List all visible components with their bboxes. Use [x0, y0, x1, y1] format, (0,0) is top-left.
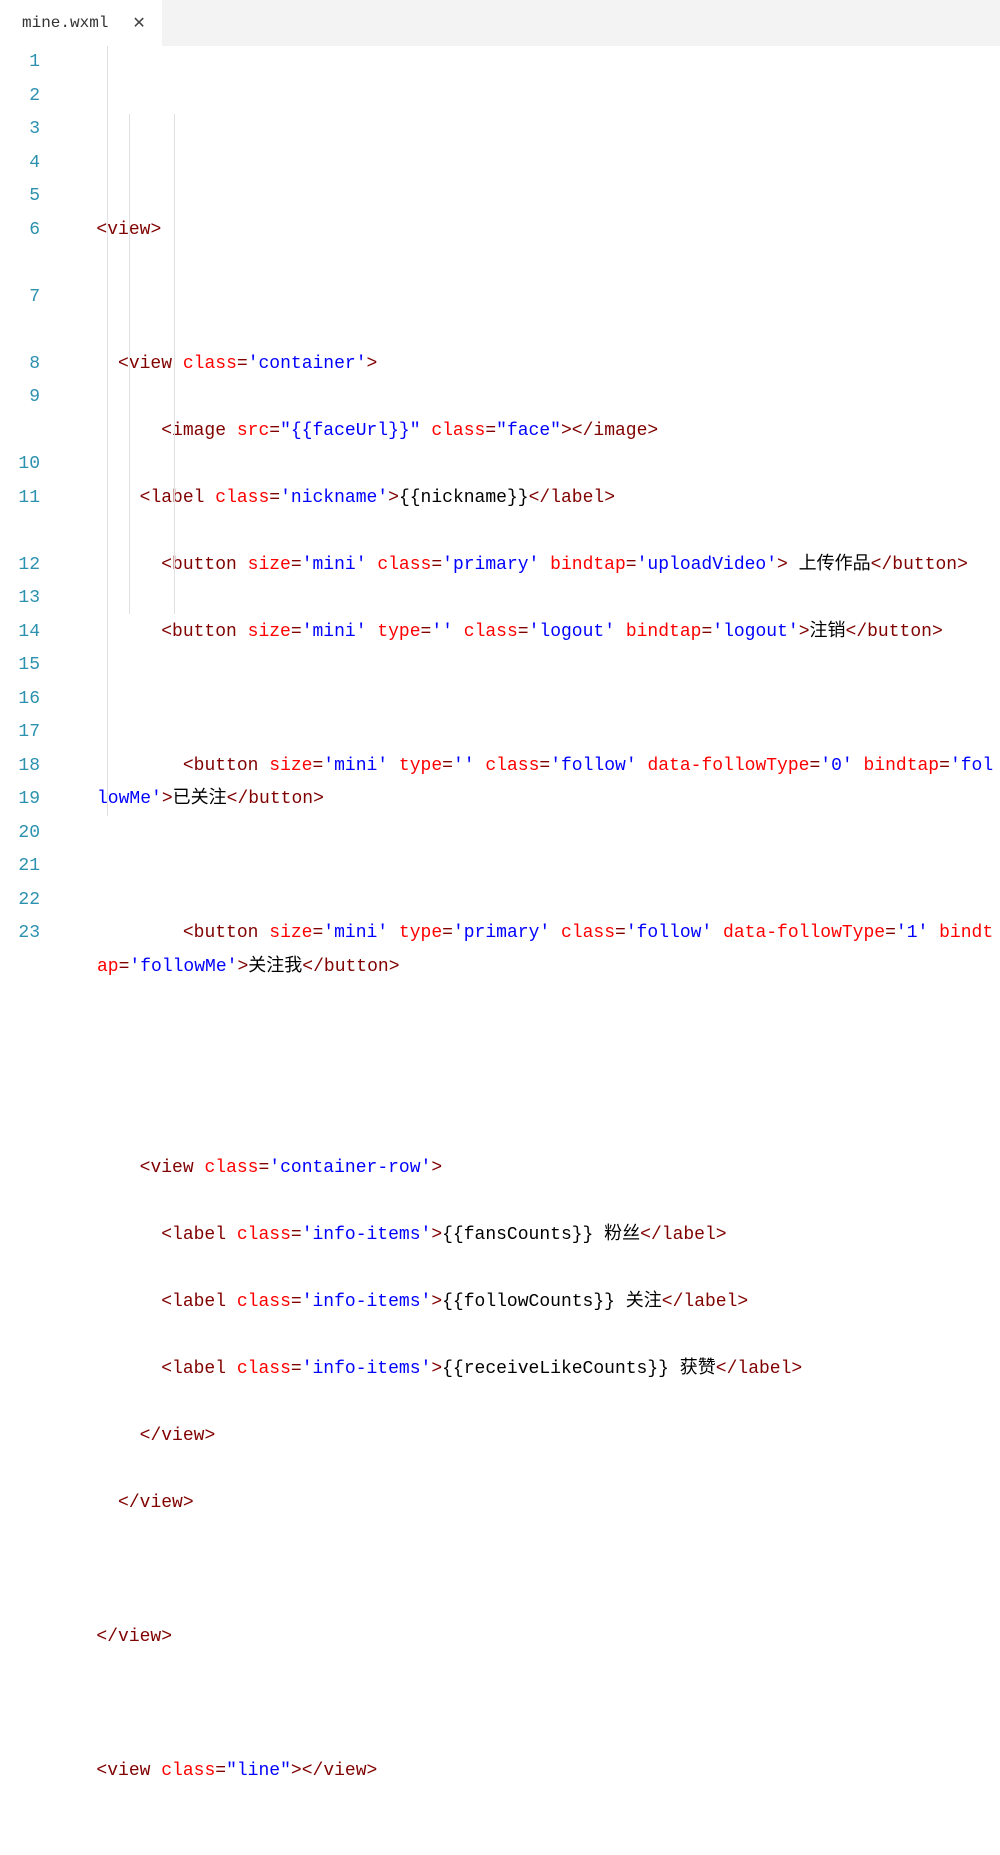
code-line: <view class='container-row'>	[64, 1152, 994, 1186]
code-line: <button size='mini' class='primary' bind…	[64, 549, 994, 583]
line-number: 15	[0, 649, 40, 683]
code-line: <button size='mini' type='' class='logou…	[64, 616, 994, 650]
code-line	[64, 1554, 994, 1588]
line-number: 18	[0, 750, 40, 784]
code-line: </view>	[64, 1487, 994, 1521]
line-number: 4	[0, 147, 40, 181]
line-number: 8	[0, 348, 40, 382]
indent-guide	[174, 114, 175, 614]
tab-mine-wxml[interactable]: mine.wxml ✕	[0, 0, 162, 46]
line-number: 22	[0, 884, 40, 918]
indent-guide	[107, 46, 108, 816]
code-line: <view class="line"></view>	[64, 1755, 994, 1789]
code-line: <button size='mini' type='' class='follo…	[64, 750, 994, 817]
line-number: 14	[0, 616, 40, 650]
code-line: <label class='info-items'>{{fansCounts}}…	[64, 1219, 994, 1253]
line-number: 19	[0, 783, 40, 817]
line-number: 2	[0, 80, 40, 114]
code-line	[64, 1018, 994, 1052]
line-number: 17	[0, 716, 40, 750]
line-number: 21	[0, 850, 40, 884]
line-number: 7	[0, 281, 40, 348]
code-line: <view>	[64, 214, 994, 248]
line-number-gutter: 1 2 3 4 5 6 7 8 9 10 11 12 13 14 15 16 1…	[0, 46, 64, 1855]
code-line: </view>	[64, 1621, 994, 1655]
line-number: 3	[0, 113, 40, 147]
code-line: <view class='container'>	[64, 348, 994, 382]
line-number: 20	[0, 817, 40, 851]
line-number: 11	[0, 482, 40, 549]
line-number: 13	[0, 582, 40, 616]
code-line	[64, 281, 994, 315]
code-line: <button size='mini' type='primary' class…	[64, 917, 994, 984]
tab-bar: mine.wxml ✕	[0, 0, 1000, 46]
close-icon[interactable]: ✕	[130, 13, 147, 33]
line-number: 9	[0, 381, 40, 448]
code-line	[64, 1688, 994, 1722]
line-number: 5	[0, 180, 40, 214]
code-content[interactable]: <view> <view class='container'> <image s…	[64, 46, 994, 1855]
line-number: 12	[0, 549, 40, 583]
line-number: 6	[0, 214, 40, 281]
code-line: </view>	[64, 1420, 994, 1454]
code-line: <label class='nickname'>{{nickname}}</la…	[64, 482, 994, 516]
code-line	[64, 1085, 994, 1119]
line-number: 23	[0, 917, 40, 951]
code-line: <image src="{{faceUrl}}" class="face"></…	[64, 415, 994, 449]
line-number: 1	[0, 46, 40, 80]
indent-guide	[129, 114, 130, 614]
code-line	[64, 850, 994, 884]
line-number: 10	[0, 448, 40, 482]
line-number: 16	[0, 683, 40, 717]
code-line	[64, 683, 994, 717]
code-line: <label class='info-items'>{{receiveLikeC…	[64, 1353, 994, 1387]
tab-filename: mine.wxml	[22, 14, 108, 32]
code-line: <label class='info-items'>{{followCounts…	[64, 1286, 994, 1320]
code-editor[interactable]: 1 2 3 4 5 6 7 8 9 10 11 12 13 14 15 16 1…	[0, 46, 1000, 1855]
